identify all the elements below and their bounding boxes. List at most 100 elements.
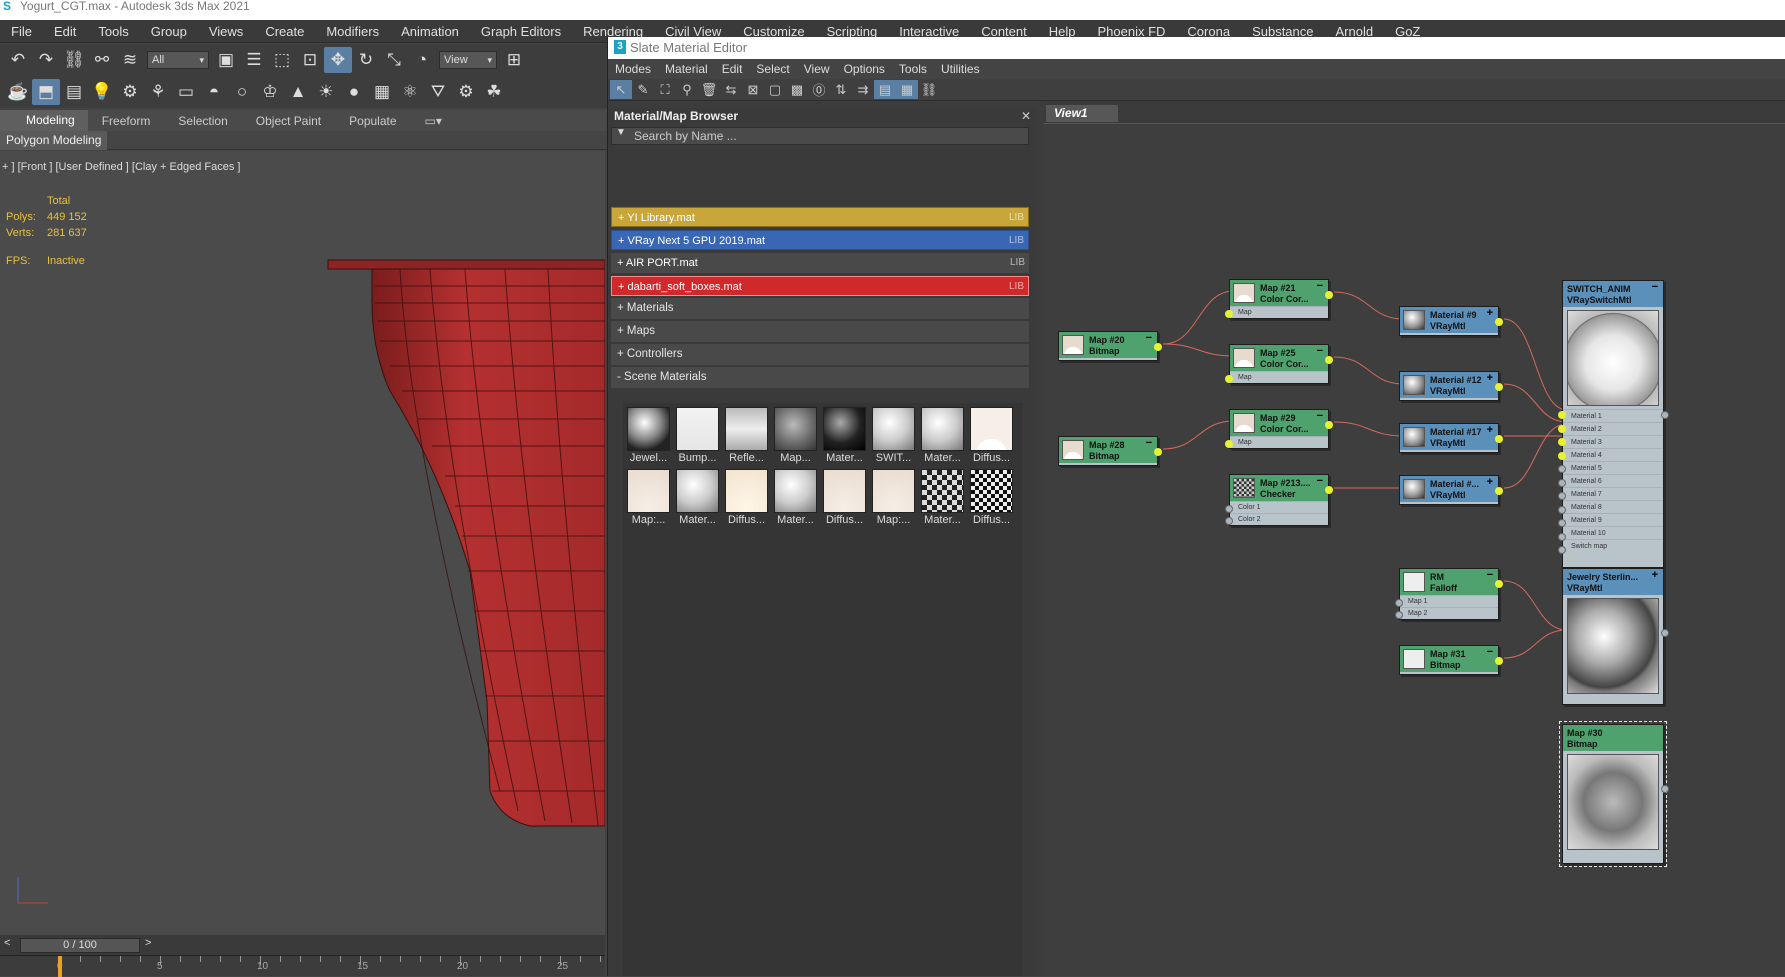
menu-modifiers[interactable]: Modifiers bbox=[315, 24, 390, 39]
slate-menu-select[interactable]: Select bbox=[749, 62, 796, 76]
input-socket-icon[interactable] bbox=[1395, 611, 1403, 619]
layout-children-icon[interactable]: ⇉ bbox=[852, 80, 874, 99]
slate-menu-utilities[interactable]: Utilities bbox=[934, 62, 987, 76]
select-by-material-icon[interactable]: ⛓ bbox=[918, 80, 940, 99]
material-swatch[interactable]: Mater... bbox=[921, 407, 964, 465]
library-1[interactable]: + VRay Next 5 GPU 2019.mat LIB bbox=[611, 230, 1029, 250]
box-icon[interactable]: ▭ bbox=[172, 79, 200, 105]
node-header[interactable]: Map #21 Color Cor... − bbox=[1230, 280, 1328, 306]
collapse-icon[interactable]: − bbox=[1317, 281, 1323, 292]
expand-icon[interactable]: + bbox=[1652, 570, 1658, 581]
collapse-icon[interactable]: − bbox=[1652, 282, 1658, 293]
node-header[interactable]: Map #28 Bitmap − bbox=[1059, 437, 1157, 463]
output-socket-icon[interactable] bbox=[1495, 435, 1503, 443]
select-by-name-icon[interactable]: ☰ bbox=[240, 47, 268, 73]
output-socket-icon[interactable] bbox=[1661, 411, 1669, 419]
node-slot[interactable]: Material 7 bbox=[1563, 487, 1663, 500]
viewport-label[interactable]: + ] [Front ] [User Defined ] [Clay + Edg… bbox=[2, 161, 240, 173]
expand-icon[interactable]: + bbox=[1487, 373, 1493, 384]
collapse-icon[interactable]: − bbox=[1146, 333, 1152, 344]
select-object-icon[interactable]: ▣ bbox=[212, 47, 240, 73]
node-slot[interactable]: Map bbox=[1230, 436, 1328, 448]
orb-icon[interactable]: ● bbox=[340, 79, 368, 105]
input-socket-icon[interactable] bbox=[1558, 451, 1566, 460]
tab-freeform[interactable]: Freeform bbox=[88, 114, 165, 128]
expand-icon[interactable]: + bbox=[1487, 477, 1493, 488]
node-header[interactable]: Map #29 Color Cor... − bbox=[1230, 410, 1328, 436]
node-matx[interactable]: Material #... VRayMtl + bbox=[1399, 475, 1503, 505]
material-id-icon[interactable]: ⓪ bbox=[808, 80, 830, 99]
put-to-scene-icon[interactable]: ⛶ bbox=[654, 80, 676, 99]
node-map25[interactable]: Map #25 Color Cor... − Map bbox=[1225, 344, 1333, 384]
teapot-icon[interactable]: ☕ bbox=[4, 79, 32, 105]
cone-icon[interactable]: ▲ bbox=[284, 79, 312, 105]
time-slider-frame[interactable]: 0 / 100 bbox=[20, 938, 140, 953]
node-switch[interactable]: SWITCH_ANIM VRaySwitchMtl − Material 1 Mater… bbox=[1558, 280, 1669, 568]
node-map30[interactable]: Map #30 Bitmap bbox=[1559, 721, 1669, 867]
input-socket-icon[interactable] bbox=[1558, 438, 1566, 446]
material-swatch[interactable]: Map:... bbox=[627, 469, 670, 527]
material-swatch[interactable]: Diffus... bbox=[823, 469, 866, 527]
node-header[interactable]: Map #30 Bitmap bbox=[1563, 725, 1663, 751]
output-socket-icon[interactable] bbox=[1661, 785, 1669, 793]
node-header[interactable]: Map #213.... Checker − bbox=[1230, 475, 1328, 501]
collapse-icon[interactable]: − bbox=[1317, 411, 1323, 422]
menu-group[interactable]: Group bbox=[140, 24, 198, 39]
crown-icon[interactable]: ♔ bbox=[256, 79, 284, 105]
node-map29[interactable]: Map #29 Color Cor... − Map bbox=[1225, 409, 1333, 449]
node-mat12[interactable]: Material #12 VRayMtl + bbox=[1399, 371, 1503, 401]
close-icon[interactable]: ✕ bbox=[1021, 108, 1031, 125]
browser-section-1[interactable]: + Maps bbox=[611, 321, 1029, 342]
input-socket-icon[interactable] bbox=[1558, 411, 1566, 419]
browser-section-0[interactable]: + Materials bbox=[611, 298, 1029, 319]
layout-all-icon[interactable]: ⇅ bbox=[830, 80, 852, 99]
structure-icon[interactable]: ⛛ bbox=[424, 79, 452, 105]
material-swatch[interactable]: Jewel... bbox=[627, 407, 670, 465]
show-shaded-icon[interactable]: ▢ bbox=[764, 80, 786, 99]
material-swatch[interactable]: Bump... bbox=[676, 407, 719, 465]
input-socket-icon[interactable] bbox=[1558, 532, 1566, 541]
output-socket-icon[interactable] bbox=[1325, 291, 1333, 299]
node-slot[interactable]: Material 5 bbox=[1563, 461, 1663, 474]
time-prev-icon[interactable]: < bbox=[4, 937, 10, 949]
node-header[interactable]: Material #17 VRayMtl + bbox=[1400, 424, 1498, 450]
plant-icon[interactable]: ☘ bbox=[480, 79, 508, 105]
material-swatch[interactable]: Mater... bbox=[823, 407, 866, 465]
collapse-icon[interactable]: − bbox=[1487, 647, 1493, 658]
node-slot[interactable]: Color 2 bbox=[1230, 513, 1328, 525]
slate-menu-material[interactable]: Material bbox=[658, 62, 715, 76]
node-slot[interactable]: Material 2 bbox=[1563, 422, 1663, 435]
sun-icon[interactable]: ☀ bbox=[312, 79, 340, 105]
material-editor-icon[interactable]: ⚙ bbox=[116, 79, 144, 105]
sphere-icon[interactable]: ○ bbox=[228, 79, 256, 105]
dome-icon[interactable]: ◓ bbox=[200, 79, 228, 105]
material-swatch[interactable]: Refle... bbox=[725, 407, 768, 465]
node-slot[interactable]: Material 1 bbox=[1563, 409, 1663, 422]
library-0[interactable]: + YI Library.mat LIB bbox=[611, 207, 1029, 227]
output-socket-icon[interactable] bbox=[1325, 486, 1333, 494]
node-graph[interactable]: Map #20 Bitmap − Map #28 Bitmap − Map #21 Color… bbox=[1044, 124, 1785, 976]
node-slot[interactable]: Map bbox=[1230, 371, 1328, 383]
node-header[interactable]: Map #20 Bitmap − bbox=[1059, 332, 1157, 358]
material-browser-toggle-icon[interactable]: ▤ bbox=[874, 80, 896, 99]
search-input[interactable]: Search by Name ... bbox=[611, 127, 1029, 145]
input-socket-icon[interactable] bbox=[1558, 519, 1566, 527]
parameter-editor-toggle-icon[interactable]: ▦ bbox=[896, 80, 918, 99]
output-socket-icon[interactable] bbox=[1661, 629, 1669, 637]
node-header[interactable]: Material #12 VRayMtl + bbox=[1400, 372, 1498, 398]
window-crossing-icon[interactable]: ⊡ bbox=[296, 47, 324, 73]
reference-coordinate-dropdown[interactable]: View bbox=[439, 51, 497, 69]
menu-file[interactable]: File bbox=[0, 24, 43, 39]
slate-menu-tools[interactable]: Tools bbox=[892, 62, 934, 76]
link-icon[interactable]: ⛓ bbox=[60, 47, 88, 73]
light-lister-icon[interactable]: 💡 bbox=[88, 79, 116, 105]
scene-explorer-icon[interactable]: ⚘ bbox=[144, 79, 172, 105]
material-swatch[interactable]: Mater... bbox=[676, 469, 719, 527]
node-slot[interactable]: Material 9 bbox=[1563, 513, 1663, 526]
input-socket-icon[interactable] bbox=[1395, 599, 1403, 607]
slate-menu-options[interactable]: Options bbox=[837, 62, 892, 76]
tab-object-paint[interactable]: Object Paint bbox=[242, 114, 335, 128]
collapse-icon[interactable]: − bbox=[1146, 438, 1152, 449]
input-socket-icon[interactable] bbox=[1558, 478, 1566, 487]
menu-views[interactable]: Views bbox=[198, 24, 254, 39]
